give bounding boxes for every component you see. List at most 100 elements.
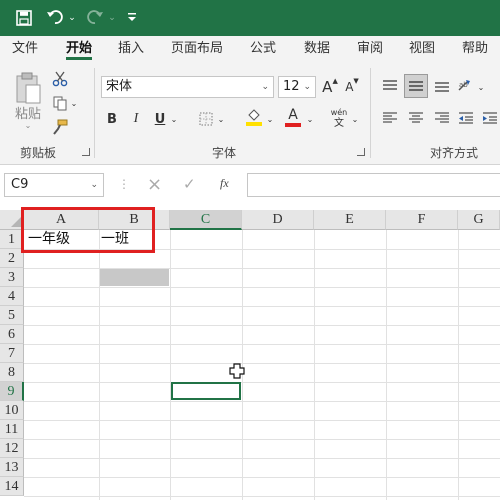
fill-color-icon[interactable] [244, 106, 264, 128]
ribbon: 粘贴 ⌄ ⌄ 剪贴板 宋体 ⌄ 12 ⌄ A ▲ A ▼ B I U ⌄ ⌄ ⌄ A… [0, 62, 500, 165]
clipboard-group-label: 剪贴板 [20, 146, 57, 160]
paste-dropdown-icon[interactable]: ⌄ [18, 120, 38, 130]
align-middle-icon[interactable] [404, 74, 428, 98]
orientation-icon[interactable]: ab [456, 76, 476, 96]
grow-font-button[interactable]: A ▲ [322, 76, 338, 98]
phonetic-top-label: wén [330, 108, 348, 117]
row-header-12[interactable]: 12 [0, 439, 24, 458]
formula-bar: C9 ⌄ ⋮ × ✓ fx [0, 165, 500, 210]
clipboard-launcher-icon[interactable] [82, 148, 90, 156]
gridline [24, 363, 500, 364]
font-color-button[interactable]: A [283, 106, 303, 128]
spreadsheet-grid: A B C D E F G 1 2 3 4 5 6 7 8 9 10 11 12… [0, 207, 500, 500]
undo-icon[interactable] [46, 8, 66, 28]
font-size-select[interactable]: 12 ⌄ [278, 76, 316, 98]
insert-function-icon[interactable]: fx [220, 176, 229, 191]
row-header-5[interactable]: 5 [0, 306, 24, 325]
formula-input[interactable] [247, 173, 500, 197]
phonetic-dropdown-icon[interactable]: ⌄ [350, 110, 360, 128]
active-cell-c9[interactable] [171, 382, 241, 400]
gridline [24, 287, 500, 288]
orientation-dropdown-icon[interactable]: ⌄ [476, 78, 486, 96]
copy-dropdown-icon[interactable]: ⌄ [70, 94, 78, 112]
phonetic-bottom-label: 文 [334, 118, 344, 129]
gridline [314, 230, 315, 500]
tab-formulas[interactable]: 公式 [250, 40, 276, 60]
align-right-icon[interactable] [432, 108, 452, 128]
enter-icon[interactable]: ✓ [183, 175, 196, 193]
tab-view[interactable]: 视图 [409, 40, 435, 60]
customize-icon[interactable] [126, 8, 140, 28]
font-color-swatch [285, 122, 301, 127]
ribbon-separator [94, 68, 95, 158]
cut-icon[interactable] [50, 70, 70, 88]
row-header-3[interactable]: 3 [0, 268, 24, 287]
gridline [24, 496, 500, 497]
name-box-value: C9 [11, 177, 29, 192]
row-header-7[interactable]: 7 [0, 344, 24, 363]
underline-dropdown-icon[interactable]: ⌄ [169, 110, 179, 128]
gridline [24, 458, 500, 459]
row-header-10[interactable]: 10 [0, 401, 24, 420]
row-header-14[interactable]: 14 [0, 477, 24, 496]
chevron-down-icon: ⌄ [303, 82, 311, 92]
align-bottom-icon[interactable] [432, 76, 452, 96]
gridline [170, 230, 171, 500]
row-header-9[interactable]: 9 [0, 382, 24, 401]
font-launcher-icon[interactable] [357, 148, 365, 156]
borders-icon[interactable] [197, 110, 215, 128]
cursor-icon [229, 363, 245, 382]
chevron-down-icon: ⌄ [90, 180, 98, 190]
copy-icon[interactable] [50, 94, 70, 112]
row-header-11[interactable]: 11 [0, 420, 24, 439]
row-header-6[interactable]: 6 [0, 325, 24, 344]
name-box[interactable]: C9 ⌄ [4, 173, 104, 197]
tab-data[interactable]: 数据 [304, 40, 330, 60]
tab-insert[interactable]: 插入 [118, 40, 144, 60]
column-header-g[interactable]: G [458, 210, 500, 230]
tab-page-layout[interactable]: 页面布局 [171, 40, 223, 60]
font-name-select[interactable]: 宋体 ⌄ [101, 76, 274, 98]
column-header-d[interactable]: D [242, 210, 314, 230]
bold-button[interactable]: B [104, 110, 120, 128]
column-header-c[interactable]: C [170, 210, 242, 230]
align-top-icon[interactable] [380, 76, 400, 96]
tab-home[interactable]: 开始 [66, 40, 93, 60]
alignment-group-label: 对齐方式 [430, 146, 479, 160]
cancel-icon[interactable]: × [147, 174, 162, 195]
format-painter-icon[interactable] [50, 118, 70, 136]
column-header-f[interactable]: F [386, 210, 458, 230]
align-center-icon[interactable] [406, 108, 426, 128]
column-header-e[interactable]: E [314, 210, 386, 230]
font-size-value: 12 [283, 79, 300, 94]
gridline [24, 477, 500, 478]
phonetic-guide-button[interactable]: wén 文 [328, 106, 350, 130]
gridline [24, 401, 500, 402]
gridline [24, 344, 500, 345]
cell-b3-shaded[interactable] [100, 269, 169, 286]
gridline [458, 230, 459, 500]
italic-button[interactable]: I [128, 110, 144, 128]
paste-label[interactable]: 粘贴 [12, 104, 44, 122]
shrink-font-button[interactable]: A ▼ [344, 76, 360, 98]
font-color-dropdown-icon[interactable]: ⌄ [305, 110, 315, 128]
tab-help[interactable]: 帮助 [462, 40, 488, 60]
grow-font-label: A [322, 78, 333, 96]
underline-button[interactable]: U [152, 110, 168, 128]
row-header-4[interactable]: 4 [0, 287, 24, 306]
row-header-8[interactable]: 8 [0, 363, 24, 382]
paste-icon[interactable] [12, 70, 44, 106]
decrease-indent-icon[interactable] [456, 108, 476, 128]
highlight-box [21, 207, 155, 253]
formula-bar-grip: ⋮ [118, 177, 130, 191]
borders-dropdown-icon[interactable]: ⌄ [216, 110, 226, 128]
tab-review[interactable]: 审阅 [357, 40, 383, 60]
row-header-13[interactable]: 13 [0, 458, 24, 477]
align-left-icon[interactable] [380, 108, 400, 128]
save-icon[interactable] [14, 8, 34, 28]
chevron-down-icon: ⌄ [261, 82, 269, 92]
increase-indent-icon[interactable] [480, 108, 500, 128]
tab-file[interactable]: 文件 [12, 40, 38, 60]
fill-color-dropdown-icon[interactable]: ⌄ [265, 110, 275, 128]
undo-dropdown-icon[interactable]: ⌄ [67, 8, 77, 28]
